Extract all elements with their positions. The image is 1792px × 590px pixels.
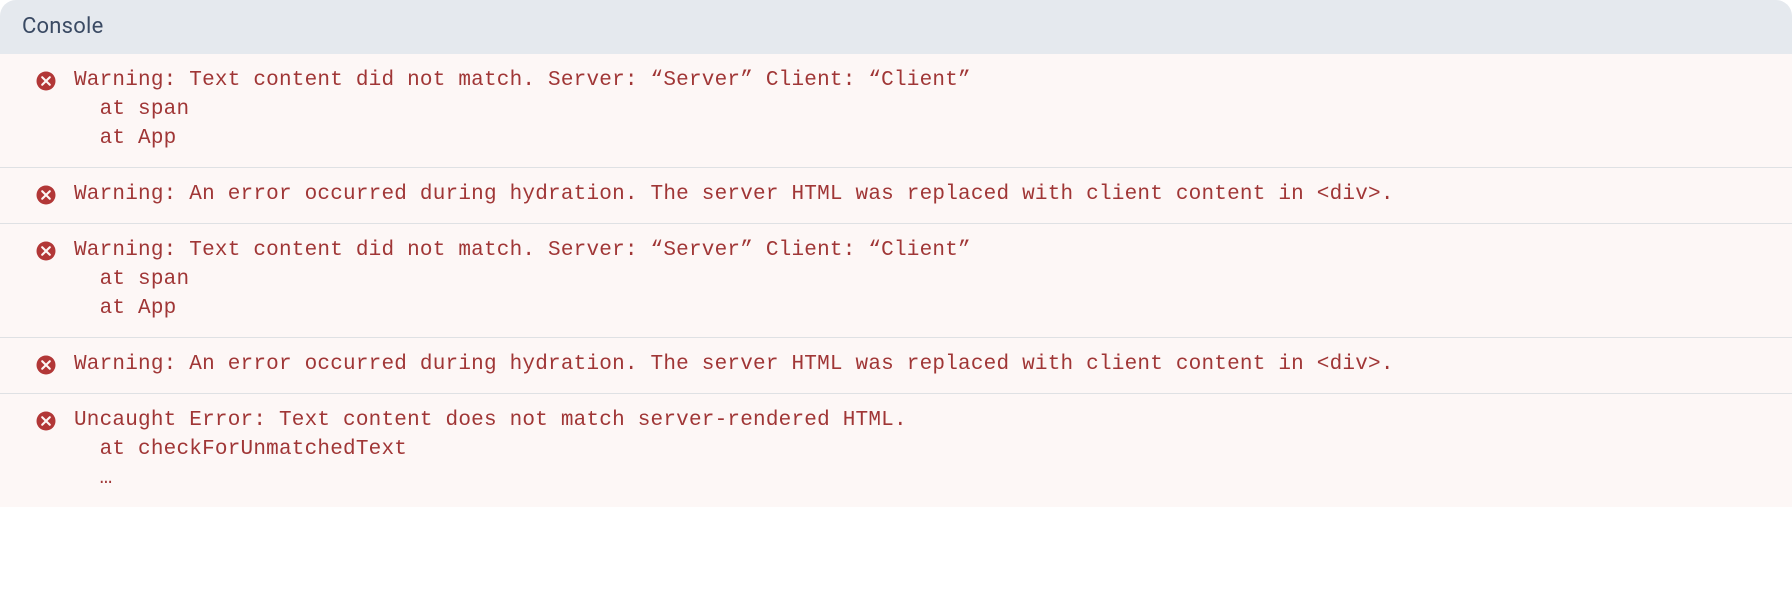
error-icon	[36, 355, 56, 375]
error-icon	[36, 185, 56, 205]
console-entries: Warning: Text content did not match. Ser…	[0, 54, 1792, 507]
console-entry[interactable]: Warning: An error occurred during hydrat…	[0, 168, 1792, 224]
console-header: Console	[0, 0, 1792, 54]
console-entry[interactable]: Warning: Text content did not match. Ser…	[0, 54, 1792, 168]
console-message: Warning: Text content did not match. Ser…	[74, 237, 971, 324]
error-icon	[36, 71, 56, 91]
console-entry[interactable]: Uncaught Error: Text content does not ma…	[0, 394, 1792, 507]
error-icon	[36, 241, 56, 261]
console-message: Uncaught Error: Text content does not ma…	[74, 407, 907, 494]
console-entry[interactable]: Warning: An error occurred during hydrat…	[0, 338, 1792, 394]
console-entry[interactable]: Warning: Text content did not match. Ser…	[0, 224, 1792, 338]
console-panel: Console Warning: Text content did not ma…	[0, 0, 1792, 590]
console-title: Console	[22, 14, 103, 39]
console-message: Warning: An error occurred during hydrat…	[74, 181, 1394, 210]
console-message: Warning: Text content did not match. Ser…	[74, 67, 971, 154]
console-message: Warning: An error occurred during hydrat…	[74, 351, 1394, 380]
error-icon	[36, 411, 56, 431]
